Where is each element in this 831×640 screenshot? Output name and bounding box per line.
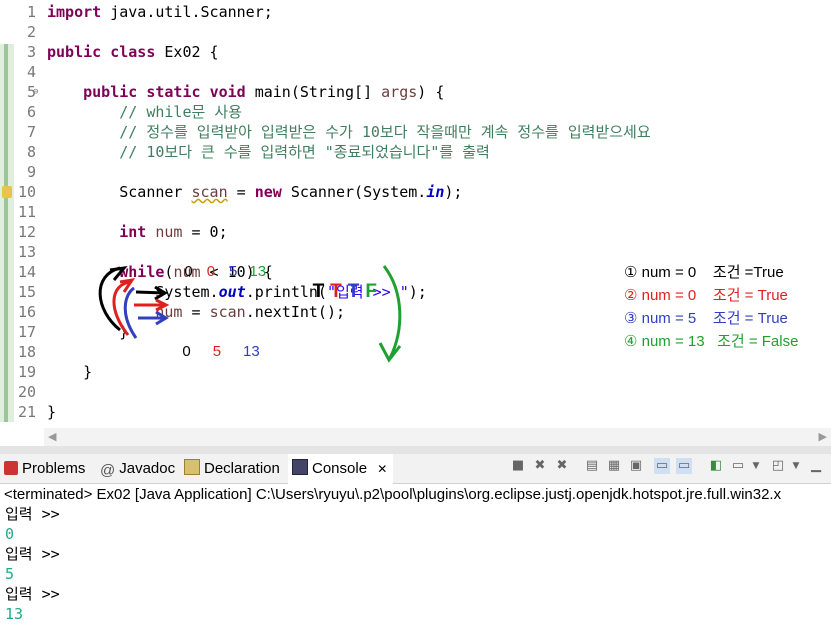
- tab-declaration[interactable]: Declaration: [184, 454, 280, 483]
- tab-console-label: Console: [312, 460, 368, 477]
- tab-javadoc[interactable]: @ Javadoc: [100, 454, 175, 483]
- close-icon[interactable]: ✕: [377, 462, 387, 476]
- problems-icon: [4, 461, 18, 475]
- show-on-output-icon[interactable]: ▭: [654, 458, 670, 474]
- tab-declaration-label: Declaration: [204, 460, 280, 477]
- display-console-icon[interactable]: ▭: [730, 458, 746, 474]
- stop-icon[interactable]: ■: [510, 458, 526, 474]
- declaration-icon: [184, 459, 200, 475]
- tab-problems-label: Problems: [22, 460, 86, 477]
- tab-console[interactable]: Console ✕: [288, 454, 394, 485]
- terminated-status: <terminated> Ex02 [Java Application] C:\…: [4, 486, 782, 503]
- output-prompt: 입력 >>: [5, 585, 60, 603]
- console-icon: [292, 459, 308, 475]
- tab-javadoc-label: Javadoc: [119, 460, 176, 477]
- show-on-error-icon[interactable]: ▭: [676, 458, 692, 474]
- open-console-icon[interactable]: ◰: [770, 458, 786, 474]
- at-icon: @: [100, 462, 116, 479]
- pin-console-icon[interactable]: ◧: [708, 458, 724, 474]
- remove-all-icon[interactable]: ✖: [554, 458, 570, 474]
- output-value: 5: [5, 565, 15, 583]
- console-toolbar: ■ ✖ ✖ ▤ ▦ ▣ ▭ ▭ ◧ ▭ ▼ ◰ ▼ ▁: [508, 458, 831, 478]
- output-prompt: 입력 >>: [5, 505, 60, 523]
- word-wrap-icon[interactable]: ▣: [628, 458, 644, 474]
- clear-console-icon[interactable]: ▤: [584, 458, 600, 474]
- minimize-icon[interactable]: ▁: [808, 458, 824, 474]
- output-value: 13: [5, 605, 24, 623]
- output-prompt: 입력 >>: [5, 545, 60, 563]
- scroll-lock-icon[interactable]: ▦: [606, 458, 622, 474]
- chevron-down-icon[interactable]: ▼: [748, 458, 764, 474]
- output-value: 0: [5, 525, 15, 543]
- remove-launch-icon[interactable]: ✖: [532, 458, 548, 474]
- chevron-down-icon[interactable]: ▼: [788, 458, 804, 474]
- tab-problems[interactable]: Problems: [4, 454, 85, 483]
- loop-arrows-drawing: [98, 265, 402, 363]
